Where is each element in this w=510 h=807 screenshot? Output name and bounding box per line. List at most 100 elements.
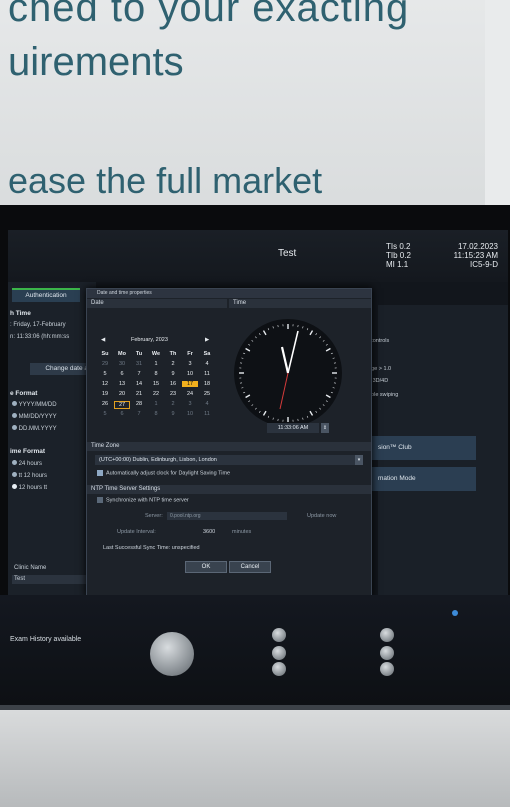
calendar-day[interactable]: 27 bbox=[114, 401, 130, 409]
checkbox-icon bbox=[97, 497, 103, 503]
calendar-day[interactable]: 11 bbox=[199, 371, 215, 377]
calendar-day[interactable]: 29 bbox=[97, 361, 113, 367]
rotary-knob-1[interactable] bbox=[272, 628, 286, 642]
calendar-day[interactable]: 25 bbox=[199, 391, 215, 397]
calendar-day[interactable]: 23 bbox=[165, 391, 181, 397]
calendar-day[interactable]: 24 bbox=[182, 391, 198, 397]
calendar-day[interactable]: 4 bbox=[199, 401, 215, 407]
update-now-button[interactable]: Update now bbox=[307, 513, 336, 519]
calendar-day[interactable]: 13 bbox=[114, 381, 130, 387]
date-format-option-3[interactable]: DD.MM.YYYY bbox=[12, 425, 57, 432]
tis-label: TIs bbox=[386, 242, 398, 251]
change-date-button[interactable]: Change date a bbox=[30, 363, 92, 375]
calendar-day[interactable]: 1 bbox=[148, 401, 164, 407]
weekday-header: Mo bbox=[118, 351, 126, 357]
calendar-day[interactable]: 30 bbox=[114, 361, 130, 367]
rotary-knob-5[interactable] bbox=[380, 646, 394, 660]
weekday-header: Tu bbox=[135, 351, 143, 357]
calendar-day[interactable]: 6 bbox=[114, 411, 130, 417]
month-label: February, 2023 bbox=[131, 337, 168, 343]
time-format-heading: ime Format bbox=[10, 448, 46, 455]
ok-button[interactable]: OK bbox=[185, 561, 227, 573]
time-format-label: tt 12 hours bbox=[18, 473, 48, 479]
ntp-section-header: NTP Time Server Settings bbox=[87, 485, 371, 494]
date-format-option-1[interactable]: YYYY/MM/DD bbox=[12, 401, 57, 408]
server-label: Server: bbox=[145, 513, 163, 519]
interval-field[interactable]: 3600 bbox=[203, 529, 215, 535]
calendar-day[interactable]: 31 bbox=[131, 361, 147, 367]
rotary-knob-6[interactable] bbox=[380, 662, 394, 676]
time-format-option-2[interactable]: tt 12 hours bbox=[12, 472, 47, 479]
calendar-day[interactable]: 7 bbox=[131, 371, 147, 377]
radio-icon bbox=[12, 425, 17, 430]
calendar-day[interactable]: 3 bbox=[182, 361, 198, 367]
poster-text-line3: ease the full market bbox=[8, 160, 323, 201]
interval-label: Update Interval: bbox=[117, 529, 156, 535]
calendar-day[interactable]: 26 bbox=[97, 401, 113, 407]
dst-checkbox[interactable]: Automatically adjust clock for Daylight … bbox=[97, 470, 230, 476]
calendar-day[interactable]: 5 bbox=[97, 411, 113, 417]
trackball-knob[interactable] bbox=[150, 632, 194, 676]
top-status-bar: Test TIs 0.2 TIb 0.2 MI 1.1 17.02.2023 1… bbox=[8, 230, 508, 282]
cancel-button[interactable]: Cancel bbox=[229, 561, 271, 573]
calendar-day[interactable]: 18 bbox=[199, 381, 215, 387]
control-console bbox=[0, 595, 510, 705]
rotary-knob-3[interactable] bbox=[272, 662, 286, 676]
calendar-day[interactable]: 11 bbox=[199, 411, 215, 417]
calendar-day[interactable]: 20 bbox=[114, 391, 130, 397]
calendar-day[interactable]: 3 bbox=[182, 401, 198, 407]
calendar-day[interactable]: 6 bbox=[114, 371, 130, 377]
interval-unit: minutes bbox=[232, 529, 252, 535]
timezone-select[interactable]: (UTC+00:00) Dublin, Edinburgh, Lisbon, L… bbox=[95, 455, 363, 465]
club-button[interactable]: sion™ Club bbox=[366, 436, 476, 460]
calendar-day[interactable]: 1 bbox=[148, 361, 164, 367]
calendar-grid: Su Mo Tu We Th Fr Sa 29 30 31 1 2 3 4 5 6 7 8 9 10 11 12 13 14 1… bbox=[97, 351, 215, 431]
calendar-day[interactable]: 5 bbox=[97, 371, 113, 377]
prev-month-icon[interactable]: ◀ bbox=[101, 337, 105, 343]
tib-value: 0.2 bbox=[399, 251, 411, 260]
calendar-day[interactable]: 21 bbox=[131, 391, 147, 397]
calendar-day[interactable]: 4 bbox=[199, 361, 215, 367]
calendar-day[interactable]: 9 bbox=[165, 371, 181, 377]
calendar-day[interactable]: 9 bbox=[165, 411, 181, 417]
clinic-name-label: Clinic Name bbox=[14, 565, 47, 571]
calendar-day[interactable]: 14 bbox=[131, 381, 147, 387]
weekday-header: Th bbox=[169, 351, 177, 357]
calendar-day[interactable]: 7 bbox=[131, 411, 147, 417]
calendar-day[interactable]: 16 bbox=[165, 381, 181, 387]
calendar-day[interactable]: 10 bbox=[182, 371, 198, 377]
radio-icon bbox=[12, 472, 17, 477]
calendar-day[interactable]: 8 bbox=[148, 371, 164, 377]
time-format-option-1[interactable]: 24 hours bbox=[12, 460, 42, 467]
authentication-tab[interactable]: Authentication bbox=[12, 288, 80, 302]
chevron-down-icon[interactable]: ▾ bbox=[355, 455, 363, 465]
date-format-option-2[interactable]: MM/DD/YYYY bbox=[12, 413, 57, 420]
calendar-day[interactable]: 17 bbox=[182, 381, 198, 387]
next-month-icon[interactable]: ▶ bbox=[205, 337, 209, 343]
calendar-day[interactable]: 19 bbox=[97, 391, 113, 397]
mi-value: 1.1 bbox=[397, 260, 409, 269]
calendar-day[interactable]: 22 bbox=[148, 391, 164, 397]
calendar-day[interactable]: 28 bbox=[131, 401, 147, 407]
time-input[interactable]: 11:33:06 AM bbox=[267, 423, 319, 433]
server-field[interactable]: 0.pool.ntp.org bbox=[167, 512, 287, 520]
ntp-sync-checkbox[interactable]: Synchronize with NTP time server bbox=[97, 497, 189, 503]
calendar-day[interactable]: 2 bbox=[165, 401, 181, 407]
calendar-day[interactable]: 12 bbox=[97, 381, 113, 387]
tis-value: 0.2 bbox=[399, 242, 411, 251]
time-format-option-3[interactable]: 12 hours tt bbox=[12, 484, 47, 491]
time-line: n: 11:33:06 (hh:mm:ss bbox=[10, 334, 70, 340]
last-sync-text: Last Successful Sync Time: unspecified bbox=[103, 545, 200, 551]
calendar-day[interactable]: 15 bbox=[148, 381, 164, 387]
calendar-day[interactable]: 10 bbox=[182, 411, 198, 417]
patient-title: Test bbox=[278, 248, 297, 259]
time-spinner-icon[interactable]: ⇕ bbox=[321, 423, 329, 433]
analog-clock bbox=[234, 319, 342, 427]
rotary-knob-2[interactable] bbox=[272, 646, 286, 660]
radio-icon bbox=[12, 413, 17, 418]
automation-mode-button[interactable]: mation Mode bbox=[366, 467, 476, 491]
rotary-knob-4[interactable] bbox=[380, 628, 394, 642]
clinic-name-field[interactable]: Test bbox=[12, 575, 92, 584]
calendar-day[interactable]: 2 bbox=[165, 361, 181, 367]
calendar-day[interactable]: 8 bbox=[148, 411, 164, 417]
